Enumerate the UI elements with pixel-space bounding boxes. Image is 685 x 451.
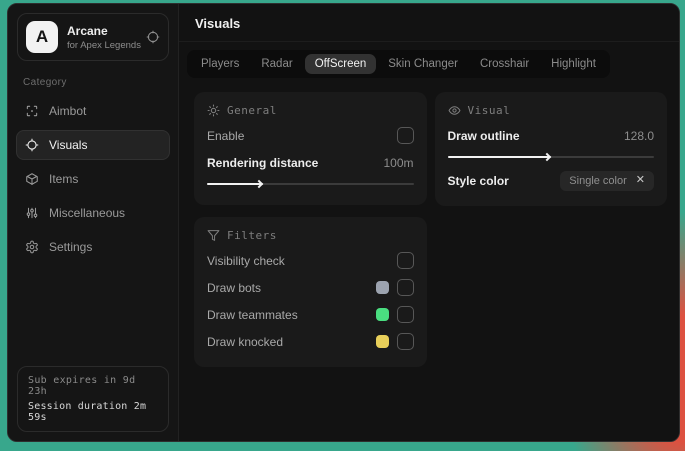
sidebar-nav: Aimbot Visuals Items Miscellaneous Setti… [8,96,178,262]
desktop-backdrop: { "app": { "logo_letter": "A", "name": "… [0,0,685,451]
rendering-distance-value: 100m [383,155,414,170]
slider-thumb[interactable] [254,179,263,188]
sidebar-item-label: Aimbot [49,104,87,118]
tab-players[interactable]: Players [191,54,249,74]
page-title: Visuals [179,4,679,42]
style-color-value: Single color [569,174,627,187]
visuals-icon [25,138,39,152]
category-label: Category [23,77,67,88]
style-color-row: Style color Single color ✕ [447,167,654,194]
sun-icon [207,104,220,117]
enable-label: Enable [207,128,245,143]
tab-skin-changer[interactable]: Skin Changer [378,54,468,74]
draw-outline-label: Draw outline [447,128,520,143]
draw-outline-slider[interactable] [447,150,654,164]
sidebar-item-label: Settings [49,240,93,254]
sliders-icon [26,207,38,219]
color-swatch[interactable] [375,281,389,294]
app-header-card: A Arcane for Apex Legends [17,13,169,61]
funnel-icon [207,230,220,241]
session-duration-text: Session duration 2m 59s [28,401,147,423]
panel-visual: Visual Draw outline 128.0 Style color Si… [434,92,667,206]
tabbar: Players Radar OffScreen Skin Changer Cro… [187,50,610,78]
enable-checkbox[interactable] [396,127,414,144]
draw-teammates-label: Draw teammates [207,307,298,322]
app-meta: Arcane for Apex Legends [67,23,141,51]
clear-icon[interactable]: ✕ [636,175,645,186]
panel-general: General Enable Rendering distance 100m [194,92,427,205]
slider-fill [447,156,551,158]
aimbot-icon [26,105,38,117]
sidebar-item-label: Items [49,172,79,186]
draw-knocked-label: Draw knocked [207,334,284,349]
items-icon [26,173,38,185]
eye-icon [448,106,460,115]
main-area: Visuals Players Radar OffScreen Skin Cha… [179,4,679,441]
sidebar-item-label: Visuals [49,138,88,152]
rendering-distance-label: Rendering distance [207,155,319,170]
style-color-select[interactable]: Single color ✕ [560,170,654,191]
draw-outline-value: 128.0 [623,128,654,143]
draw-bots-checkbox[interactable] [396,279,414,296]
draw-knocked-row: Draw knocked [207,328,414,355]
draw-outline-row: Draw outline 128.0 [448,122,655,149]
gear-icon [26,240,38,254]
app-logo: A [26,21,58,53]
right-column: Visual Draw outline 128.0 Style color Si… [434,92,667,206]
sidebar-item-miscellaneous[interactable]: Miscellaneous [16,198,170,228]
draw-teammates-checkbox[interactable] [396,306,414,323]
rendering-distance-row: Rendering distance 100m [207,149,414,176]
panel-filters: Filters Visibility check Draw bots Draw … [194,217,427,367]
panel-general-title: General [207,104,414,117]
sidebar-item-aimbot[interactable]: Aimbot [16,96,170,126]
left-column: General Enable Rendering distance 100m F… [194,92,427,367]
rendering-distance-slider[interactable] [207,177,414,191]
tab-radar[interactable]: Radar [251,54,302,74]
draw-teammates-row: Draw teammates [207,301,414,328]
color-swatch[interactable] [375,308,389,321]
panel-visual-title: Visual [448,104,655,117]
app-name: Arcane [67,23,108,38]
slider-thumb[interactable] [542,152,551,161]
sidebar-item-visuals[interactable]: Visuals [16,130,170,160]
sidebar-item-settings[interactable]: Settings [16,232,170,262]
tab-offscreen[interactable]: OffScreen [304,54,377,74]
draw-knocked-checkbox[interactable] [396,333,414,350]
app-window: A Arcane for Apex Legends Category Aimbo… [7,3,680,442]
visibility-check-label: Visibility check [207,253,285,268]
crosshair-icon[interactable] [146,30,160,44]
sub-expires-text: Sub expires in 9d 23h [28,375,136,397]
subscription-card: Sub expires in 9d 23h Session duration 2… [17,366,169,432]
visibility-check-row: Visibility check [207,247,414,274]
sidebar-item-items[interactable]: Items [16,164,170,194]
panel-filters-title: Filters [207,229,414,242]
app-subtitle: for Apex Legends [67,39,141,51]
enable-row: Enable [207,122,414,149]
draw-bots-row: Draw bots [207,274,414,301]
tab-crosshair[interactable]: Crosshair [470,54,539,74]
style-color-label: Style color [447,173,509,188]
visibility-check-checkbox[interactable] [396,252,414,269]
sidebar-item-label: Miscellaneous [49,206,126,220]
tab-highlight[interactable]: Highlight [541,54,606,74]
content: General Enable Rendering distance 100m F… [179,82,679,377]
color-swatch[interactable] [375,335,389,348]
draw-bots-label: Draw bots [207,280,262,295]
sidebar: A Arcane for Apex Legends Category Aimbo… [8,4,179,441]
